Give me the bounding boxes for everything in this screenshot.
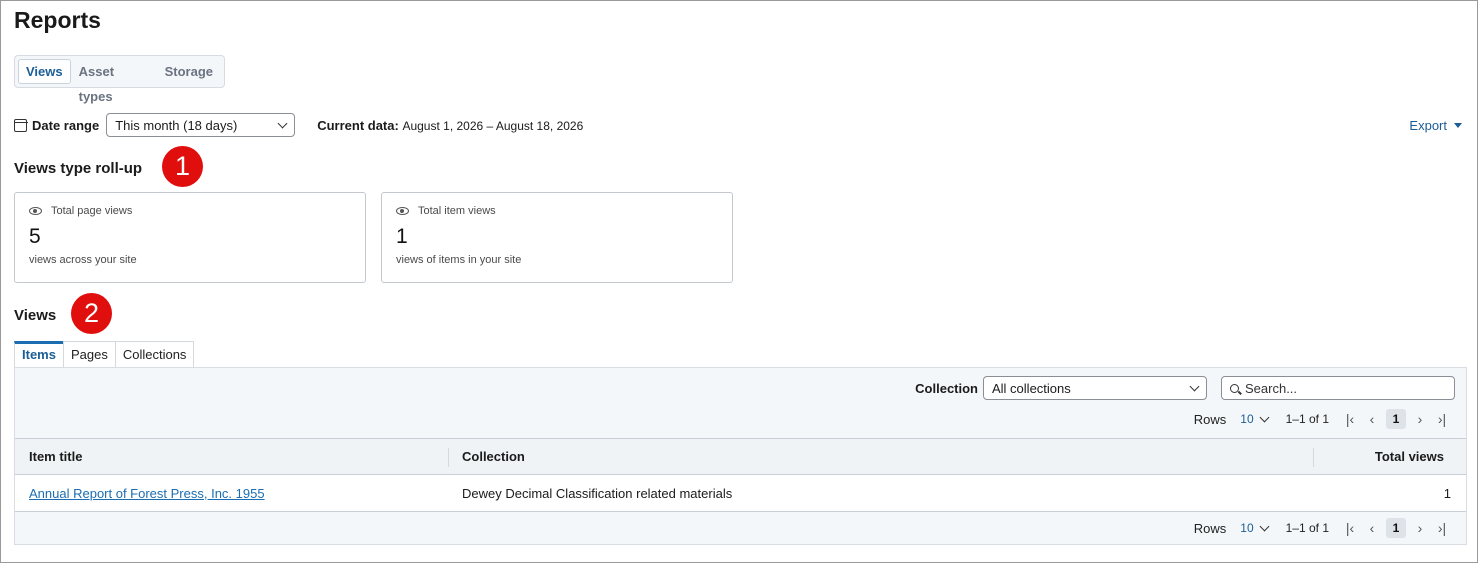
first-page-icon[interactable]: |‹ [1339, 520, 1361, 536]
rollup-heading: Views type roll-up [14, 160, 143, 177]
annotation-badge-2: 2 [71, 293, 112, 334]
report-type-switch: Views Asset types Storage [14, 55, 225, 104]
current-page[interactable]: 1 [1386, 518, 1406, 538]
tab-pages[interactable]: Pages [62, 341, 116, 367]
next-page-icon[interactable]: › [1409, 411, 1431, 427]
chevron-down-icon [1189, 381, 1200, 391]
segment-asset-types[interactable]: Asset types [73, 59, 157, 104]
segment-views[interactable]: Views [18, 59, 71, 84]
page-title: Reports [14, 7, 101, 33]
col-total-views[interactable]: Total views [1375, 449, 1444, 464]
total-page-views-card: Total page views 5 views across your sit… [14, 192, 366, 283]
chevron-down-icon[interactable] [1259, 412, 1270, 422]
search-placeholder: Search... [1245, 380, 1298, 396]
views-heading: Views [14, 307, 57, 324]
views-table: Item title Collection Total views Annual… [15, 438, 1466, 512]
first-page-icon[interactable]: |‹ [1339, 411, 1361, 427]
table-row: Annual Report of Forest Press, Inc. 1955… [15, 475, 1466, 512]
last-page-icon[interactable]: ›| [1431, 520, 1453, 536]
total-item-views-card: Total item views 1 views of items in you… [381, 192, 733, 283]
calendar-icon [13, 118, 28, 132]
tab-collections[interactable]: Collections [114, 341, 195, 367]
current-page[interactable]: 1 [1386, 409, 1406, 429]
range-text: 1–1 of 1 [1285, 521, 1329, 535]
next-page-icon[interactable]: › [1409, 520, 1431, 536]
tab-items[interactable]: Items [14, 341, 64, 368]
search-icon [1230, 383, 1239, 393]
column-divider [448, 448, 449, 467]
current-data: Current data: August 1, 2026 – August 18… [317, 118, 583, 133]
current-data-label: Current data: [317, 117, 399, 133]
rows-label: Rows [1193, 411, 1227, 427]
card-label: Total page views [51, 205, 133, 217]
current-data-value: August 1, 2026 – August 18, 2026 [402, 118, 584, 133]
caret-down-icon [1454, 123, 1462, 128]
date-range-value: This month (18 days) [115, 117, 238, 133]
views-panel: Collection All collections Search... Row… [14, 367, 1467, 545]
annotation-badge-1: 1 [162, 146, 203, 187]
collection-select[interactable]: All collections [983, 376, 1207, 400]
filter-row: Date range This month (18 days) Current … [13, 113, 1464, 137]
collection-label: Collection [915, 380, 978, 396]
views-tabs: Items Pages Collections [14, 341, 195, 368]
collection-filter-row: Collection All collections Search... [915, 376, 1455, 400]
eye-icon [29, 207, 42, 215]
range-text: 1–1 of 1 [1285, 412, 1329, 426]
pager-top: Rows 10 1–1 of 1 |‹ ‹ 1 › ›| [1194, 409, 1453, 429]
page-size-value[interactable]: 10 [1240, 521, 1253, 535]
card-value: 5 [29, 225, 41, 248]
table-header: Item title Collection Total views [15, 438, 1466, 475]
rows-label: Rows [1193, 520, 1227, 536]
item-collection: Dewey Decimal Classification related mat… [462, 485, 733, 501]
card-subtext: views across your site [29, 254, 137, 266]
prev-page-icon[interactable]: ‹ [1361, 411, 1383, 427]
item-title-link[interactable]: Annual Report of Forest Press, Inc. 1955 [29, 486, 265, 501]
export-label: Export [1409, 118, 1447, 133]
page-size-value[interactable]: 10 [1240, 412, 1253, 426]
segment-storage[interactable]: Storage [159, 59, 219, 84]
eye-icon [396, 207, 409, 215]
date-range-label: Date range [32, 117, 100, 133]
search-input[interactable]: Search... [1221, 376, 1455, 400]
export-button[interactable]: Export [1409, 118, 1462, 133]
card-subtext: views of items in your site [396, 254, 522, 266]
column-divider [1313, 448, 1314, 467]
chevron-down-icon [277, 118, 288, 128]
pager-bottom: Rows 10 1–1 of 1 |‹ ‹ 1 › ›| [1194, 518, 1453, 538]
card-label: Total item views [418, 205, 496, 217]
date-range-select[interactable]: This month (18 days) [106, 113, 296, 137]
col-item-title[interactable]: Item title [29, 449, 82, 464]
item-total-views: 1 [1443, 485, 1451, 501]
col-collection[interactable]: Collection [462, 449, 525, 464]
chevron-down-icon[interactable] [1259, 521, 1270, 531]
prev-page-icon[interactable]: ‹ [1361, 520, 1383, 536]
last-page-icon[interactable]: ›| [1431, 411, 1453, 427]
collection-value: All collections [992, 380, 1071, 396]
card-value: 1 [396, 225, 408, 248]
